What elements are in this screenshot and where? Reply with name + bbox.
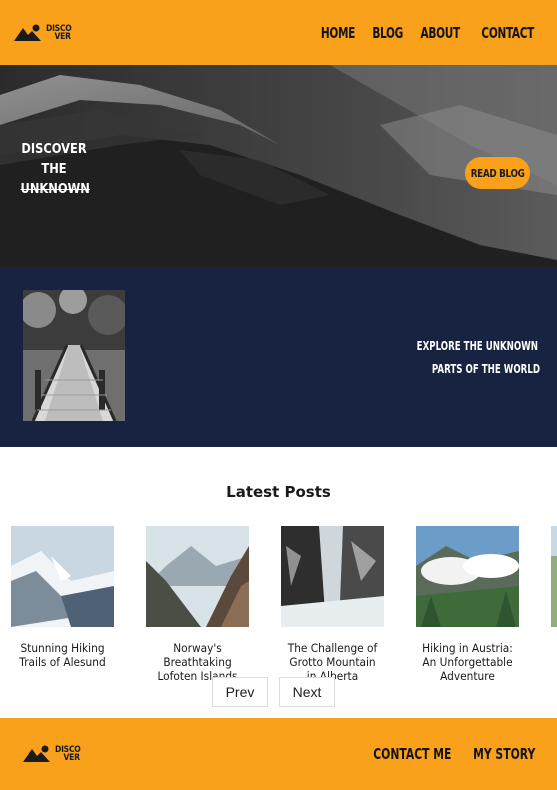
post-title: Hiking in Austria: An Unforgettable Adve… xyxy=(422,641,513,683)
post-card[interactable]: Stunning Hiking Trails of Alesund xyxy=(11,526,114,669)
banner-line: PARTS OF THE WORLD xyxy=(431,362,540,376)
bridge-image xyxy=(23,290,125,421)
site-header: DISCO VER HOME BLOG ABOUT CONTACT xyxy=(0,0,557,65)
mountain-icon xyxy=(23,745,50,762)
post-title: Stunning Hiking Trails of Alesund xyxy=(19,641,106,669)
brand-name: DISCO VER xyxy=(46,23,72,42)
hero-title-line: UNKNOWN xyxy=(20,182,90,197)
hero-title: DISCOVER THE UNKNOWN xyxy=(20,140,90,200)
banner-tagline: EXPLORE THE UNKNOWN PARTS OF THE WORLD xyxy=(380,335,540,381)
post-card-partial[interactable] xyxy=(551,526,557,627)
nav-home[interactable]: HOME xyxy=(321,24,355,42)
footer-nav: CONTACT ME MY STORY xyxy=(368,745,537,763)
explore-banner: EXPLORE THE UNKNOWN PARTS OF THE WORLD xyxy=(0,267,557,447)
main-nav: HOME BLOG ABOUT CONTACT xyxy=(321,24,535,42)
post-thumbnail xyxy=(146,526,249,627)
footer-logo[interactable]: DISCO VER xyxy=(23,744,85,764)
hero-title-line: DISCOVER xyxy=(21,142,87,157)
hero-title-line: THE xyxy=(41,162,67,177)
mountain-icon xyxy=(14,24,41,41)
nav-contact[interactable]: CONTACT xyxy=(481,24,534,42)
post-thumbnail xyxy=(416,526,519,627)
post-thumbnail xyxy=(551,526,557,627)
next-button[interactable]: Next xyxy=(279,677,335,707)
prev-button[interactable]: Prev xyxy=(212,677,268,707)
nav-about[interactable]: ABOUT xyxy=(421,24,461,42)
site-footer: DISCO VER CONTACT ME MY STORY xyxy=(0,718,557,790)
post-card[interactable]: Norway's Breathtaking Lofoten Islands xyxy=(146,526,249,683)
footer-link-my-story[interactable]: MY STORY xyxy=(473,745,535,763)
hero-section: DISCOVER THE UNKNOWN READ BLOG xyxy=(0,65,557,267)
nav-blog[interactable]: BLOG xyxy=(372,24,403,42)
post-card[interactable]: The Challenge of Grotto Mountain in Albe… xyxy=(281,526,384,683)
latest-posts-heading: Latest Posts xyxy=(226,483,331,501)
banner-line: EXPLORE THE UNKNOWN xyxy=(416,339,538,353)
post-card[interactable]: Hiking in Austria: An Unforgettable Adve… xyxy=(416,526,519,683)
post-thumbnail xyxy=(281,526,384,627)
brand-logo[interactable]: DISCO VER xyxy=(14,23,76,43)
read-blog-button[interactable]: READ BLOG xyxy=(465,157,530,189)
footer-link-contact-me[interactable]: CONTACT ME xyxy=(373,745,451,763)
brand-name: DISCO VER xyxy=(55,745,81,763)
post-thumbnail xyxy=(11,526,114,627)
